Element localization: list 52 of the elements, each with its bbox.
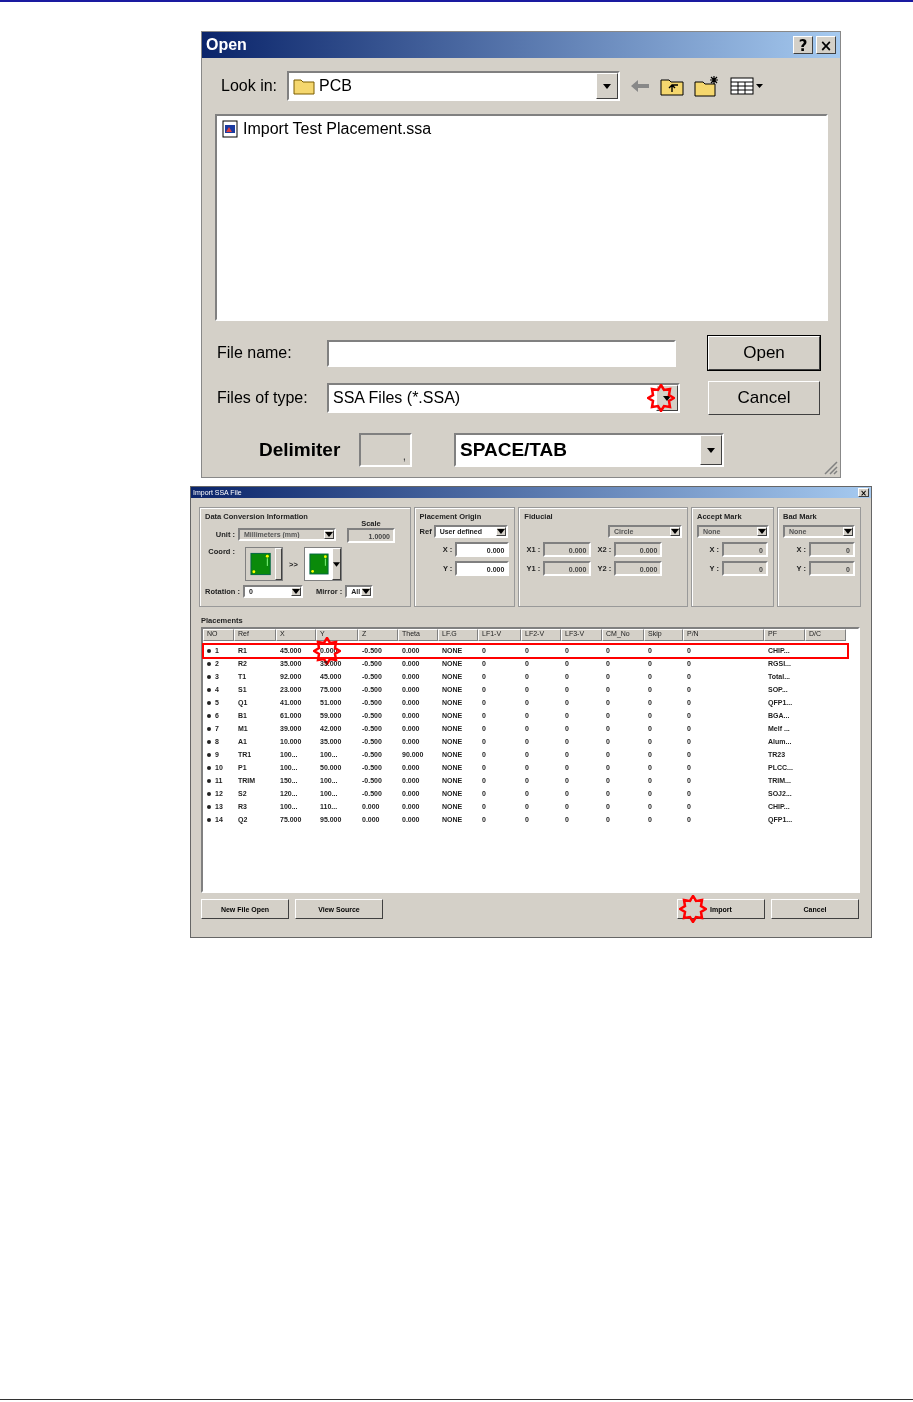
view-menu-icon[interactable]	[730, 77, 764, 95]
caret-icon	[292, 589, 300, 594]
bullet-icon	[207, 766, 211, 770]
field-label: Delimiter	[259, 439, 342, 461]
bullet-icon	[207, 779, 211, 783]
caret-icon	[844, 529, 852, 534]
caret-icon	[332, 561, 340, 567]
title-bar-button[interactable]: ×	[858, 488, 869, 497]
dropdown-value: PCB	[319, 77, 352, 95]
file-list-item[interactable]: Import Test Placement.ssa	[243, 120, 432, 138]
resize-grip-icon[interactable]	[822, 459, 838, 475]
bullet-icon	[207, 649, 211, 653]
window-title: Open	[206, 36, 248, 54]
bullet-icon	[207, 714, 211, 718]
title-bar-button[interactable]: ?	[793, 36, 813, 54]
caret-icon	[707, 447, 715, 453]
circuit-board-icon	[250, 552, 272, 576]
bullet-icon	[207, 701, 211, 705]
look-in-dropdown[interactable]: PCB	[287, 71, 620, 101]
open-button[interactable]: Open	[708, 336, 820, 370]
caret-icon	[663, 395, 671, 401]
new-folder-icon[interactable]	[694, 75, 720, 97]
circuit-board-icon	[308, 552, 329, 576]
file-name-field[interactable]	[327, 339, 676, 367]
dropdown-value: SPACE/TAB	[459, 439, 568, 461]
field-label: Look in:	[221, 77, 279, 95]
file-icon	[221, 120, 239, 138]
bullet-icon	[207, 792, 211, 796]
bullet-icon	[207, 818, 211, 822]
bullet-icon	[207, 675, 211, 679]
bullet-icon	[207, 727, 211, 731]
caret-icon	[362, 589, 371, 594]
caret-icon	[496, 529, 505, 534]
bullet-icon	[207, 688, 211, 692]
caret-icon	[758, 529, 766, 534]
bullet-icon	[207, 805, 211, 809]
cancel-button[interactable]: Cancel	[708, 381, 820, 415]
bullet-icon	[207, 662, 211, 666]
folder-icon	[293, 77, 315, 95]
field-label: Files of type:	[217, 389, 309, 407]
bullet-icon	[207, 753, 211, 757]
coordinate-selector[interactable]	[245, 547, 283, 581]
field-label: File name:	[217, 344, 293, 362]
files-of-type-dropdown[interactable]: SSA Files (*.SSA)	[327, 383, 680, 413]
title-bar-button[interactable]: ×	[816, 36, 836, 54]
up-folder-icon[interactable]	[660, 76, 684, 96]
caret-icon	[603, 83, 611, 89]
caret-icon	[325, 531, 333, 537]
caret-icon	[671, 529, 679, 534]
dropdown-value: SSA Files (*.SSA)	[332, 389, 462, 407]
bullet-icon	[207, 740, 211, 744]
coordinate-selector[interactable]	[303, 547, 342, 581]
